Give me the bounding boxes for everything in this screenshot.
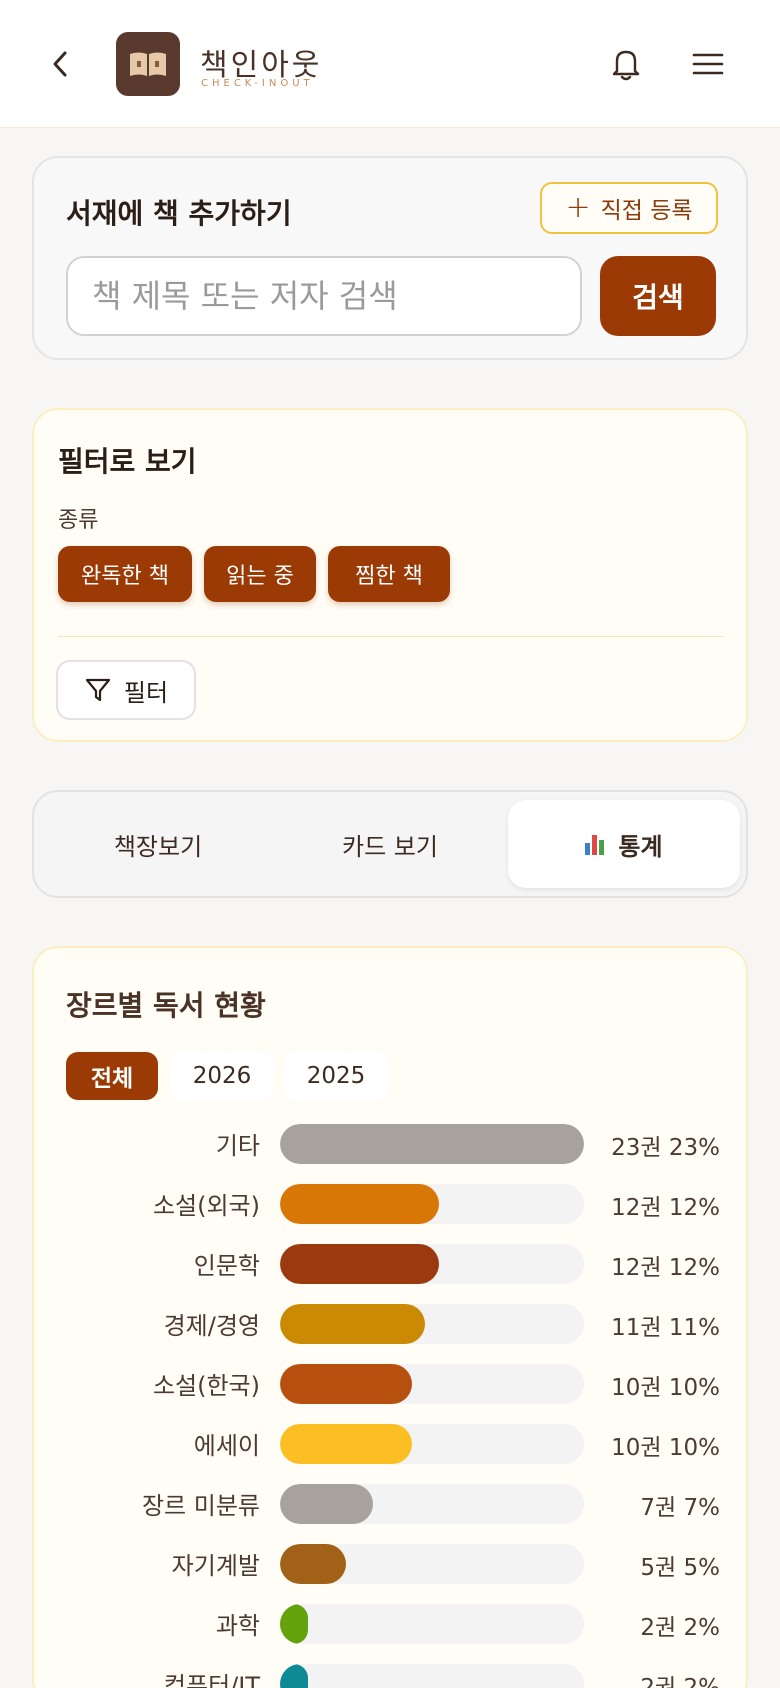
- genre-bar: [280, 1424, 413, 1464]
- year-tab-all[interactable]: 전체: [66, 1052, 158, 1100]
- year-tab-2025[interactable]: 2025: [284, 1052, 388, 1100]
- genre-bar: [280, 1544, 347, 1584]
- genre-label: 에세이: [193, 1432, 260, 1460]
- direct-register-button[interactable]: + 직접 등록: [540, 182, 718, 234]
- genre-bar: [280, 1304, 426, 1344]
- app-header: 책인아웃 CHECK-INOUT: [0, 0, 780, 128]
- search-button[interactable]: 검색: [600, 256, 716, 336]
- plus-icon: +: [565, 190, 591, 225]
- stats-title: 장르별 독서 현황: [66, 989, 266, 1022]
- genre-bar-track: [280, 1244, 584, 1284]
- chip-finished[interactable]: 완독한 책: [58, 546, 192, 602]
- hamburger-menu-icon: [692, 53, 724, 75]
- genre-bar-track: [280, 1604, 584, 1644]
- genre-bar-track: [280, 1484, 584, 1524]
- genre-value-label: 10권 10%: [611, 1435, 720, 1461]
- genre-bar-track: [280, 1424, 584, 1464]
- genre-row: 소설(한국) 10권 10%: [34, 1362, 750, 1406]
- genre-bar: [280, 1604, 308, 1644]
- genre-bar-track: [280, 1664, 584, 1688]
- year-tab-2026[interactable]: 2026: [170, 1052, 274, 1100]
- genre-row: 소설(외국) 12권 12%: [34, 1182, 750, 1226]
- genre-value-label: 2권 2%: [640, 1615, 720, 1641]
- genre-label: 인문학: [193, 1252, 260, 1280]
- tab-bookshelf[interactable]: 책장보기: [50, 800, 266, 888]
- genre-value-label: 23권 23%: [611, 1135, 720, 1161]
- genre-label: 경제/경영: [163, 1312, 260, 1340]
- genre-bar: [280, 1664, 308, 1688]
- filter-title: 필터로 보기: [58, 445, 197, 478]
- chip-reading[interactable]: 읽는 중: [204, 546, 316, 602]
- genre-label: 기타: [215, 1132, 260, 1160]
- filter-button-label: 필터: [123, 678, 169, 707]
- genre-bar-track: [280, 1184, 584, 1224]
- genre-label: 컴퓨터/IT: [163, 1672, 260, 1688]
- funnel-icon: [85, 678, 111, 702]
- filter-card: 필터로 보기 종류 완독한 책 읽는 중 찜한 책 필터: [32, 408, 748, 742]
- genre-bar-track: [280, 1544, 584, 1584]
- genre-bar: [280, 1244, 439, 1284]
- genre-row: 에세이 10권 10%: [34, 1422, 750, 1466]
- genre-row: 기타 23권 23%: [34, 1122, 750, 1166]
- chevron-left-icon: [53, 51, 67, 77]
- direct-register-label: 직접 등록: [600, 198, 693, 224]
- view-tabs: 책장보기 카드 보기 통계: [32, 790, 748, 898]
- chip-wishlist[interactable]: 찜한 책: [328, 546, 450, 602]
- tab-card-view[interactable]: 카드 보기: [282, 800, 498, 888]
- genre-value-label: 12권 12%: [611, 1255, 720, 1281]
- genre-bar-track: [280, 1124, 584, 1164]
- notification-button[interactable]: [608, 44, 644, 84]
- genre-label: 소설(한국): [152, 1372, 260, 1400]
- back-button[interactable]: [44, 46, 76, 82]
- genre-value-label: 5권 5%: [640, 1555, 720, 1581]
- brand-subtitle: CHECK-INOUT: [201, 78, 314, 89]
- genre-row: 인문학 12권 12%: [34, 1242, 750, 1286]
- genre-value-label: 12권 12%: [611, 1195, 720, 1221]
- genre-stats-card: 장르별 독서 현황 전체 2026 2025 기타 23권 23% 소설(외국) 12…: [32, 946, 748, 1688]
- genre-bar: [280, 1364, 413, 1404]
- genre-value-label: 7권 7%: [640, 1495, 720, 1521]
- genre-row: 자기계발 5권 5%: [34, 1542, 750, 1586]
- genre-row: 과학 2권 2%: [34, 1602, 750, 1646]
- genre-bar: [280, 1124, 584, 1164]
- genre-value-label: 11권 11%: [611, 1315, 720, 1341]
- genre-row: 컴퓨터/IT 2권 2%: [34, 1662, 750, 1688]
- genre-label: 장르 미분류: [141, 1492, 260, 1520]
- genre-bar-track: [280, 1304, 584, 1344]
- add-book-title: 서재에 책 추가하기: [66, 197, 292, 230]
- tab-statistics-label: 통계: [618, 832, 663, 861]
- genre-label: 자기계발: [171, 1552, 260, 1580]
- genre-row: 경제/경영 11권 11%: [34, 1302, 750, 1346]
- bar-chart-icon: [585, 833, 605, 855]
- filter-divider: [58, 636, 724, 637]
- genre-value-label: 2권 2%: [640, 1675, 720, 1688]
- filter-button[interactable]: 필터: [56, 660, 196, 720]
- add-book-card: 서재에 책 추가하기 + 직접 등록 검색: [32, 156, 748, 360]
- genre-value-label: 10권 10%: [611, 1375, 720, 1401]
- app-logo: [116, 32, 180, 96]
- menu-button[interactable]: [690, 46, 726, 82]
- type-label: 종류: [58, 508, 99, 533]
- tab-statistics[interactable]: 통계: [508, 800, 740, 888]
- genre-label: 과학: [215, 1612, 260, 1640]
- genre-row: 장르 미분류 7권 7%: [34, 1482, 750, 1526]
- genre-bar: [280, 1484, 373, 1524]
- genre-bar-track: [280, 1364, 584, 1404]
- book-icon: [130, 52, 166, 76]
- bell-icon: [612, 50, 640, 81]
- genre-label: 소설(외국): [152, 1192, 260, 1220]
- book-search-input[interactable]: [66, 256, 582, 336]
- genre-bar: [280, 1184, 439, 1224]
